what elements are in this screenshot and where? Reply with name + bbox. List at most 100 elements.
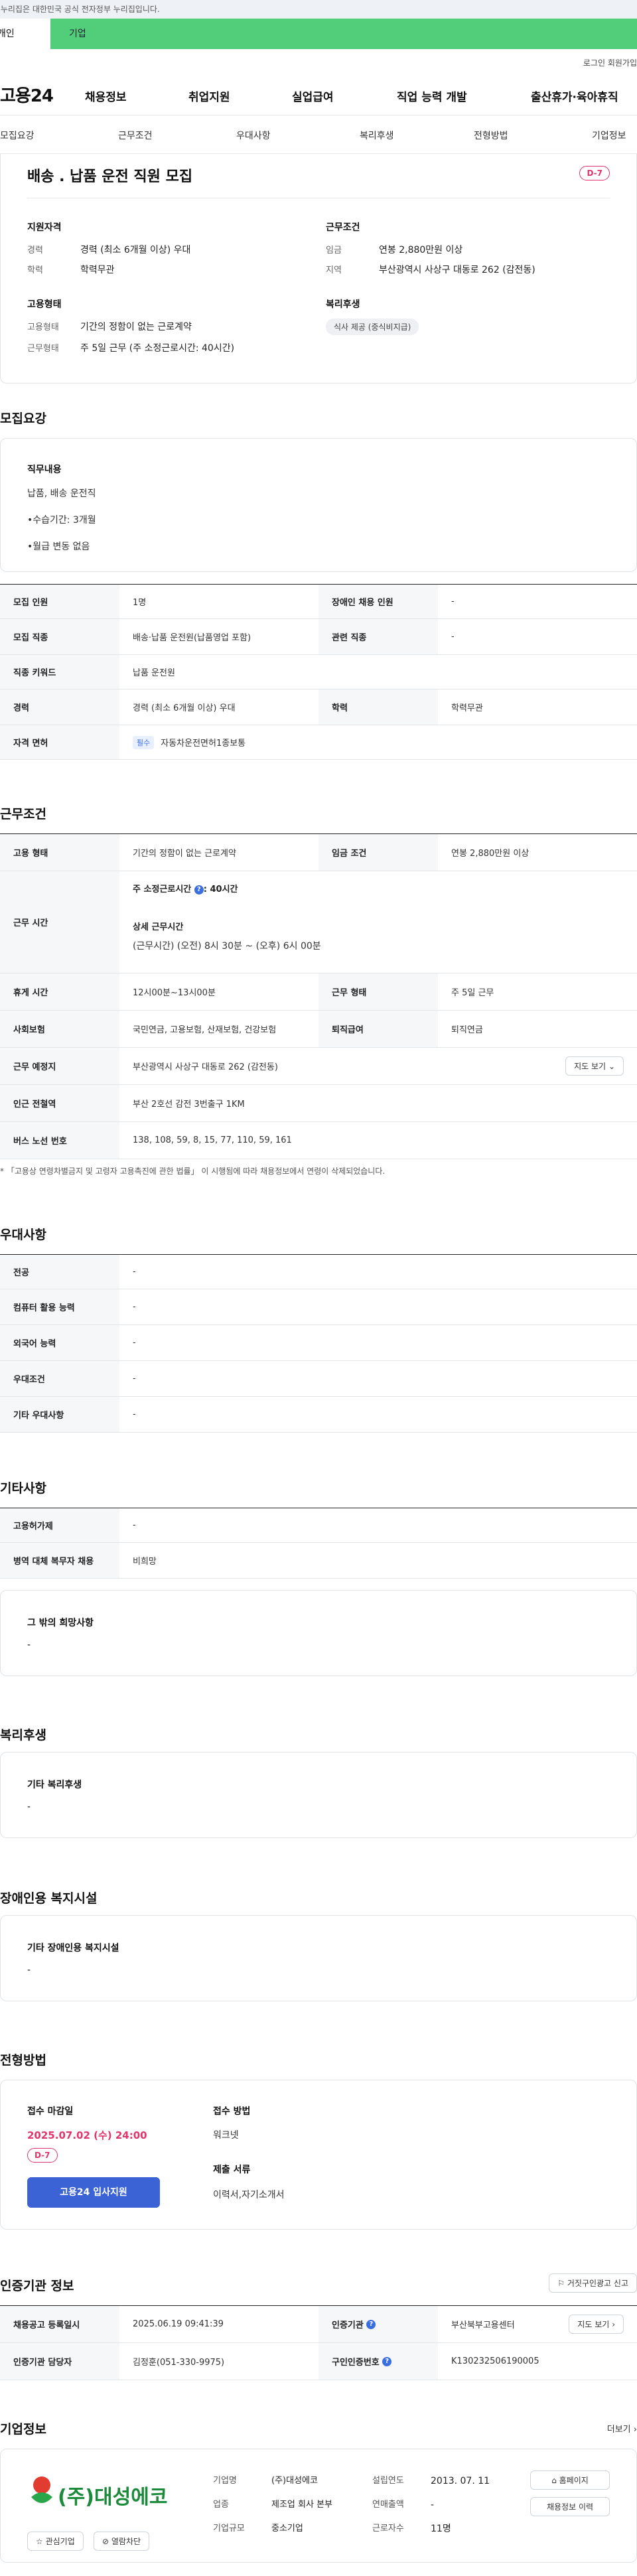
table-row: 고용 형태 기간의 정함이 없는 근로계약 임금 조건 연봉 2,880만원 이상: [0, 834, 637, 871]
report-button[interactable]: ⚐ 거짓구인광고 신고: [549, 2273, 637, 2293]
gov-banner: 이 누리집은 대한민국 공식 전자정부 누리집입니다.: [0, 0, 637, 19]
table-row: 근무 시간 주 소정근로시간 ?: 40시간 상세 근무시간 (근무시간) (오…: [0, 871, 637, 973]
disab-section-title: 장애인용 복지시설: [0, 1891, 98, 1906]
deadline-value: 2025.07.02 (수) 24:00: [27, 2129, 147, 2141]
tab-company[interactable]: 기업: [50, 19, 637, 49]
subnav-recruit[interactable]: 모집요강: [0, 129, 35, 142]
welfare-pill: 식사 제공 (중식비지급): [326, 319, 419, 335]
gnb-menu-jobs[interactable]: 채용정보: [85, 88, 127, 104]
hope-title: 그 밖의 희망사항: [27, 1618, 94, 1628]
job-history-button[interactable]: 채용정보 이력: [530, 2497, 610, 2516]
row-value: 경력 (최소 6개월 이상) 우대: [133, 703, 236, 713]
row-value: -: [133, 1338, 136, 1348]
row-value: 주 5일 근무: [451, 988, 494, 998]
job-summary-card: 배송 . 납품 운전 직원 모집 D-7 지원자격 경력 경력 (최소 6개월 이…: [0, 154, 637, 384]
table-row: 컴퓨터 활용 능력 -: [0, 1289, 637, 1325]
company-vals-left: (주)대성에코 제조업 회사 본부 중소기업: [271, 2469, 371, 2541]
emp-list: 고용형태 기간의 정함이 없는 근로계약 근무형태 주 5일 근무 (주 소정근로시…: [27, 320, 234, 362]
more-link[interactable]: 더보기 ›: [607, 2422, 637, 2435]
chevron-down-icon: ⌄: [608, 1062, 615, 1071]
row-value: -: [133, 1409, 136, 1419]
qual-list: 경력 경력 (최소 6개월 이상) 우대 학력 학력무관: [27, 243, 190, 283]
row-value: 1명: [133, 598, 147, 608]
row-key: 관련 직종: [318, 619, 438, 654]
row-key: 학력: [318, 689, 438, 725]
row-key: 모집 직종: [0, 619, 119, 654]
chevron-right-icon: ›: [633, 2425, 637, 2435]
table-row: 휴게 시간 12시00분~13시00분 근무 형태 주 5일 근무: [0, 973, 637, 1011]
row-key: 휴게 시간: [0, 973, 119, 1010]
table-row: 외국어 능력 -: [0, 1325, 637, 1361]
company-value: -: [431, 2500, 435, 2510]
row-value: 퇴직연금: [451, 1025, 483, 1035]
deadline-label: 접수 마감일: [27, 2106, 74, 2117]
subnav-company[interactable]: 기업정보: [592, 129, 626, 142]
subnav-work[interactable]: 근무조건: [118, 129, 153, 142]
row-value: 부산 2호선 감전 3번출구 1KM: [133, 1100, 245, 1109]
row-key: 장애인 채용 인원: [318, 585, 438, 618]
method-label: 접수 방법: [213, 2106, 251, 2117]
hope-value: -: [27, 1640, 31, 1650]
company-value: 제조업 회사 본부: [271, 2500, 332, 2510]
block-button[interactable]: ⊘ 열람차단: [94, 2532, 150, 2551]
row-key: 사회보험: [0, 1011, 119, 1047]
map-button[interactable]: 지도 보기 ⌄: [565, 1056, 624, 1076]
job-title: 배송 . 납품 운전 직원 모집: [27, 169, 193, 185]
company-value: 2013. 07. 11: [431, 2476, 490, 2486]
company-keys-right: 설립연도 연매출액 근로자수: [372, 2469, 404, 2541]
gnb-menu-unemployment-benefit[interactable]: 실업급여: [292, 88, 334, 104]
row-key: 인증기관: [332, 2321, 364, 2330]
star-icon: ☆: [36, 2537, 43, 2546]
apply-button[interactable]: 고용24 입사지원: [27, 2177, 160, 2208]
subnav-welfare[interactable]: 복리후생: [360, 129, 394, 142]
org-map-button[interactable]: 지도 보기 ›: [569, 2315, 624, 2334]
info-icon[interactable]: ?: [366, 2319, 376, 2329]
info-icon[interactable]: ?: [194, 885, 204, 894]
gnb-menu-employment-support[interactable]: 취업지원: [188, 88, 230, 104]
table-row: 전공 -: [0, 1255, 637, 1289]
gnb-menu-leave[interactable]: 출산휴가·육아휴직: [531, 88, 618, 104]
table-row: 경력 경력 (최소 6개월 이상) 우대 학력 학력무관: [0, 689, 637, 725]
cert-section-title: 인증기관 정보: [0, 2279, 74, 2293]
row-key: 경력: [0, 689, 119, 725]
subnav-select[interactable]: 전형방법: [474, 129, 508, 142]
info-icon[interactable]: ?: [382, 2356, 392, 2366]
row-value: -: [133, 1520, 136, 1530]
method-value: 워크넷: [213, 2130, 239, 2141]
row-value: -: [451, 597, 455, 607]
duty-line: 납품, 배송 운전직: [27, 488, 96, 499]
table-row: 인근 전철역 부산 2호선 감전 3번출구 1KM: [0, 1085, 637, 1122]
qual-key: 경력: [27, 246, 43, 255]
tab-personal[interactable]: 개인: [0, 19, 50, 49]
section-subnav: 모집요강 근무조건 우대사항 복리후생 전형방법 기업정보: [0, 115, 637, 154]
subnav-pref[interactable]: 우대사항: [236, 129, 271, 142]
row-key: 우대조건: [0, 1361, 119, 1396]
company-key: 근로자수: [372, 2524, 404, 2534]
emp-key: 고용형태: [27, 322, 59, 332]
gnb-menu-training[interactable]: 직업 능력 개발: [397, 88, 467, 104]
homepage-button[interactable]: ⌂ 홈페이지: [530, 2470, 610, 2490]
row-key: 인근 전철역: [0, 1085, 119, 1121]
welfare-title: 복리후생: [326, 299, 360, 310]
row-value: 배송·납품 운전원(납품영업 포함): [133, 633, 251, 643]
row-key: 퇴직급여: [318, 1011, 438, 1047]
emp-key: 근무형태: [27, 344, 59, 354]
row-key: 버스 노선 번호: [0, 1122, 119, 1159]
login-link[interactable]: 로그인: [583, 57, 605, 68]
block-icon: ⊘: [102, 2537, 109, 2546]
etc-section-title: 기타사항: [0, 1481, 46, 1496]
cert-table: 채용공고 등록일시 2025.06.19 09:41:39 인증기관 ? 부산북부…: [0, 2305, 637, 2380]
row-value: 국민연금, 고용보험, 산재보험, 건강보험: [133, 1025, 277, 1035]
row-value: K130232506190005: [451, 2356, 539, 2366]
fav-button[interactable]: ☆ 관심기업: [27, 2532, 84, 2551]
table-row: 사회보험 국민연금, 고용보험, 산재보험, 건강보험 퇴직급여 퇴직연금: [0, 1011, 637, 1048]
row-key: 고용 형태: [0, 834, 119, 871]
site-logo[interactable]: 고용24: [0, 82, 54, 107]
table-row: 자격 면허 필수 자동차운전면허1종보통: [0, 725, 637, 760]
join-link[interactable]: 회원가입: [608, 57, 637, 68]
row-key: 컴퓨터 활용 능력: [0, 1289, 119, 1324]
table-row: 버스 노선 번호 138, 108, 59, 8, 15, 77, 110, 59…: [0, 1122, 637, 1159]
qual-key: 학력: [27, 265, 43, 275]
company-key: 설립연도: [372, 2476, 404, 2486]
hours-detail-value: (근무시간) (오전) 8시 30분 ~ (오후) 6시 00분: [133, 941, 321, 952]
